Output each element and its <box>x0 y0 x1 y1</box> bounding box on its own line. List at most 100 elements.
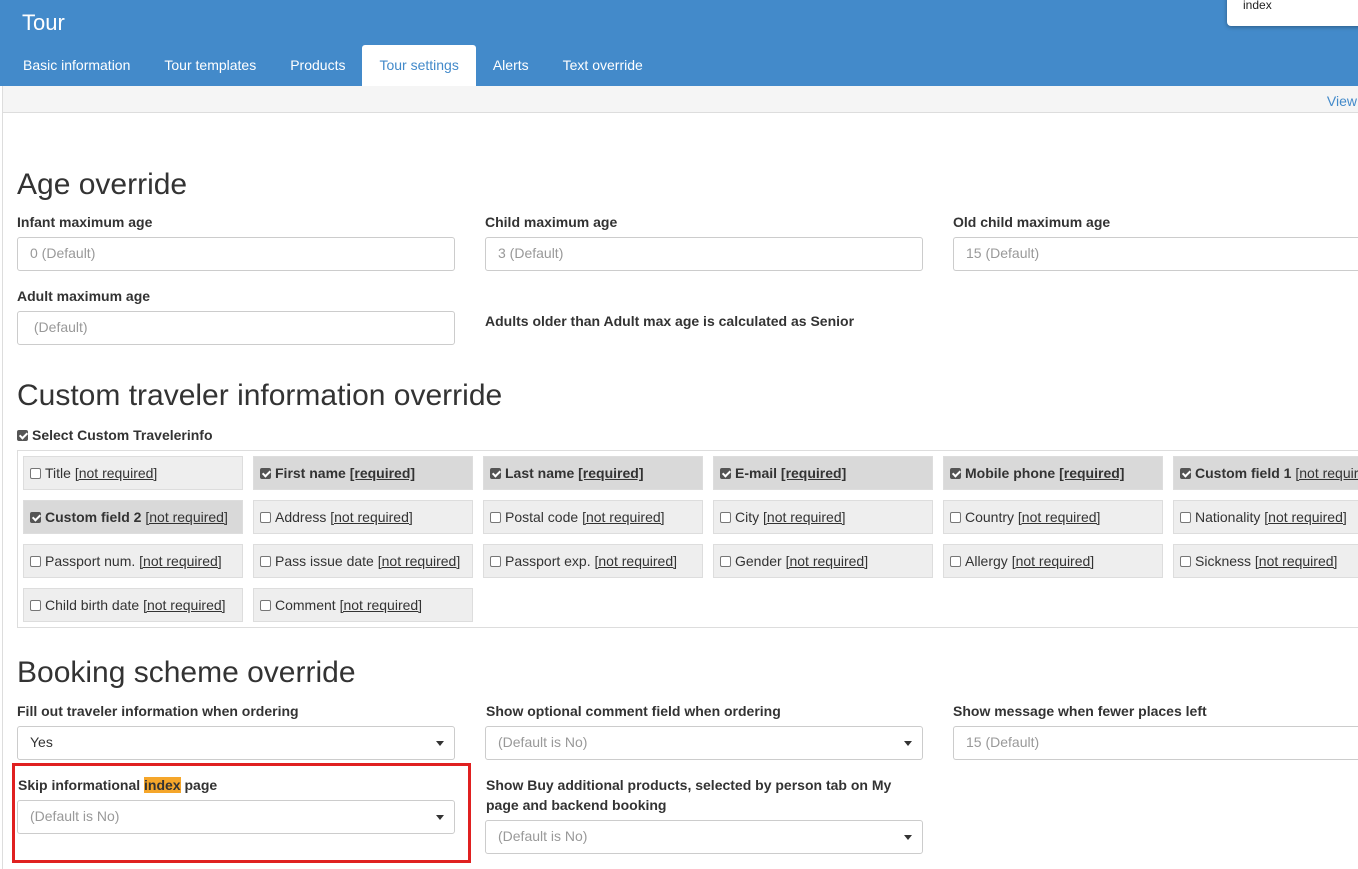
child-max-age-input[interactable]: 3 (Default) <box>485 237 923 271</box>
view-link[interactable]: View <box>1327 93 1357 109</box>
traveler-field-required-toggle[interactable]: [not required] <box>139 553 222 569</box>
traveler-field-required-toggle[interactable]: [required] <box>781 465 846 481</box>
buy-additional-label-line1: Show Buy additional products, selected b… <box>486 777 892 793</box>
tab-alerts[interactable]: Alerts <box>476 45 546 86</box>
traveler-field-cell[interactable]: Mobile phone [required] <box>943 456 1163 490</box>
traveler-field-name: Custom field 2 <box>45 509 142 525</box>
traveler-field-required-toggle[interactable]: [not required] <box>786 553 869 569</box>
traveler-field-checkbox[interactable] <box>1180 556 1191 567</box>
traveler-field-cell[interactable]: Country [not required] <box>943 500 1163 534</box>
traveler-field-cell[interactable]: Custom field 2 [not required] <box>23 500 243 534</box>
traveler-field-required-toggle[interactable]: [required] <box>350 465 415 481</box>
traveler-field-cell[interactable]: Custom field 1 [not required] <box>1173 456 1358 490</box>
traveler-field-name: Sickness <box>1195 553 1252 569</box>
traveler-field-cell[interactable]: Pass issue date [not required] <box>253 544 473 578</box>
optional-comment-select[interactable]: (Default is No) <box>485 726 923 760</box>
traveler-field-cell[interactable]: Title [not required] <box>23 456 243 490</box>
traveler-field-checkbox[interactable] <box>490 556 501 567</box>
traveler-field-checkbox[interactable] <box>30 556 41 567</box>
traveler-field-required-toggle[interactable]: [not required] <box>595 553 678 569</box>
optional-comment-value: (Default is No) <box>498 734 588 750</box>
tab-basic-information[interactable]: Basic information <box>6 45 147 86</box>
traveler-field-required-toggle[interactable]: [not required] <box>145 509 228 525</box>
traveler-field-checkbox[interactable] <box>30 600 41 611</box>
fill-out-traveler-value: Yes <box>30 734 53 750</box>
traveler-field-checkbox[interactable] <box>950 556 961 567</box>
traveler-field-checkbox[interactable] <box>720 512 731 523</box>
traveler-field-required-toggle[interactable]: [not required] <box>143 597 226 613</box>
traveler-field-checkbox[interactable] <box>950 468 961 479</box>
traveler-field-checkbox[interactable] <box>260 556 271 567</box>
traveler-field-cell[interactable]: Passport exp. [not required] <box>483 544 703 578</box>
traveler-field-checkbox[interactable] <box>720 468 731 479</box>
chevron-down-icon <box>904 835 912 840</box>
traveler-field-checkbox[interactable] <box>30 468 41 479</box>
traveler-field-name: Country <box>965 509 1015 525</box>
fewer-places-label: Show message when fewer places left <box>953 703 1207 719</box>
traveler-field-checkbox[interactable] <box>260 512 271 523</box>
traveler-field-cell[interactable]: Postal code [not required] <box>483 500 703 534</box>
adult-max-age-input[interactable]: (Default) <box>17 311 455 345</box>
traveler-field-name: Custom field 1 <box>1195 465 1292 481</box>
traveler-field-cell[interactable]: Address [not required] <box>253 500 473 534</box>
traveler-field-name: City <box>735 509 760 525</box>
traveler-field-checkbox[interactable] <box>720 556 731 567</box>
traveler-field-cell[interactable]: Comment [not required] <box>253 588 473 622</box>
chevron-down-icon <box>904 741 912 746</box>
select-custom-checkbox[interactable] <box>17 430 28 441</box>
traveler-field-name: Nationality <box>1195 509 1261 525</box>
traveler-field-cell[interactable]: Nationality [not required] <box>1173 500 1358 534</box>
traveler-field-required-toggle[interactable]: [required] <box>578 465 643 481</box>
fewer-places-input[interactable]: 15 (Default) <box>953 726 1358 760</box>
traveler-field-cell[interactable]: Last name [required] <box>483 456 703 490</box>
traveler-field-required-toggle[interactable]: [not required] <box>75 465 158 481</box>
traveler-field-required-toggle[interactable]: [not required] <box>378 553 461 569</box>
traveler-field-required-toggle[interactable]: [not required] <box>330 509 413 525</box>
traveler-field-required-toggle[interactable]: [required] <box>1059 465 1124 481</box>
traveler-field-name: Gender <box>735 553 782 569</box>
traveler-field-name: Last name <box>505 465 575 481</box>
booking-scheme-heading: Booking scheme override <box>17 656 356 689</box>
traveler-field-cell[interactable]: City [not required] <box>713 500 933 534</box>
tab-tour-templates[interactable]: Tour templates <box>147 45 273 86</box>
traveler-field-cell[interactable]: Passport num. [not required] <box>23 544 243 578</box>
traveler-field-required-toggle[interactable]: [not required] <box>763 509 846 525</box>
tab-text-override[interactable]: Text override <box>546 45 660 86</box>
traveler-field-checkbox[interactable] <box>490 512 501 523</box>
traveler-field-required-toggle[interactable]: [not required] <box>582 509 665 525</box>
fill-out-traveler-select[interactable]: Yes <box>17 726 455 760</box>
tab-products[interactable]: Products <box>273 45 362 86</box>
tab-tour-settings[interactable]: Tour settings <box>362 45 476 86</box>
traveler-field-required-toggle[interactable]: [not required] <box>1018 509 1101 525</box>
traveler-field-required-toggle[interactable]: [not required] <box>1264 509 1347 525</box>
traveler-field-checkbox[interactable] <box>260 600 271 611</box>
traveler-field-cell[interactable]: Sickness [not required] <box>1173 544 1358 578</box>
traveler-field-checkbox[interactable] <box>30 512 41 523</box>
traveler-field-name: First name <box>275 465 346 481</box>
traveler-field-checkbox[interactable] <box>1180 512 1191 523</box>
traveler-field-required-toggle[interactable]: [not required] <box>1295 465 1358 481</box>
buy-additional-value: (Default is No) <box>498 828 588 844</box>
traveler-field-checkbox[interactable] <box>490 468 501 479</box>
custom-traveler-heading: Custom traveler information override <box>17 379 503 412</box>
traveler-field-cell[interactable]: First name [required] <box>253 456 473 490</box>
select-custom-travelerinfo[interactable]: Select Custom Travelerinfo <box>17 427 213 443</box>
traveler-field-name: Passport num. <box>45 553 136 569</box>
top-header: Tour Basic information Tour templates Pr… <box>0 0 1358 86</box>
traveler-field-required-toggle[interactable]: [not required] <box>1012 553 1095 569</box>
traveler-field-cell[interactable]: Allergy [not required] <box>943 544 1163 578</box>
senior-age-note: Adults older than Adult max age is calcu… <box>485 313 855 329</box>
traveler-field-cell[interactable]: Child birth date [not required] <box>23 588 243 622</box>
traveler-field-checkbox[interactable] <box>260 468 271 479</box>
traveler-field-checkbox[interactable] <box>950 512 961 523</box>
age-override-heading: Age override <box>17 168 188 201</box>
buy-additional-select[interactable]: (Default is No) <box>485 820 923 854</box>
traveler-field-cell[interactable]: Gender [not required] <box>713 544 933 578</box>
traveler-field-cell[interactable]: E-mail [required] <box>713 456 933 490</box>
traveler-field-checkbox[interactable] <box>1180 468 1191 479</box>
infant-max-age-input[interactable]: 0 (Default) <box>17 237 455 271</box>
traveler-field-required-toggle[interactable]: [not required] <box>340 597 423 613</box>
traveler-field-required-toggle[interactable]: [not required] <box>1255 553 1338 569</box>
old-child-max-age-input[interactable]: 15 (Default) <box>953 237 1358 271</box>
traveler-field-name: Title <box>45 465 71 481</box>
